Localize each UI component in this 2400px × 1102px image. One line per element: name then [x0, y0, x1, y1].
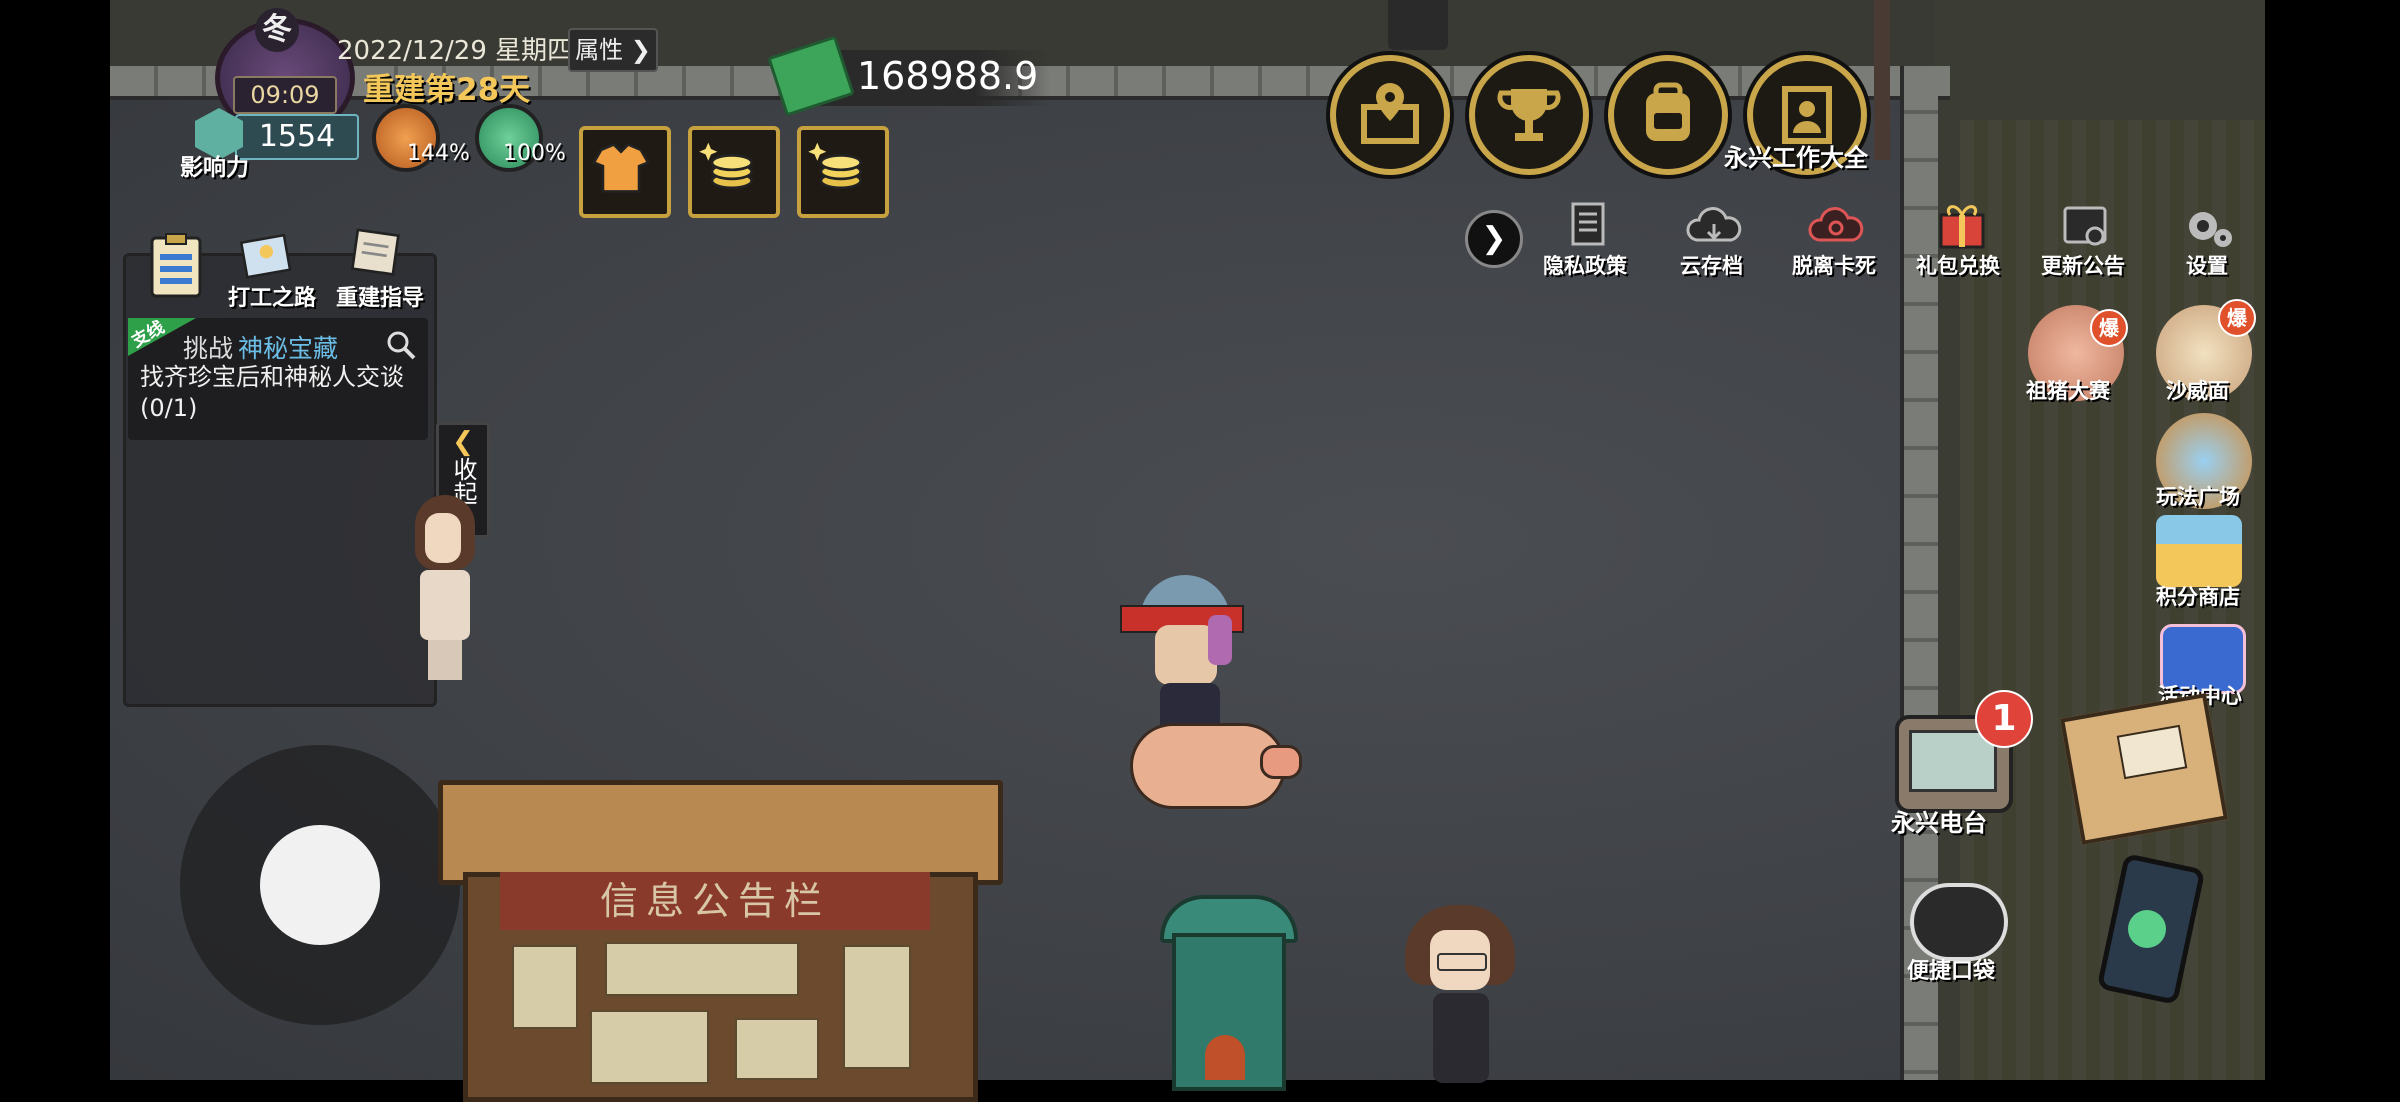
play-plaza-button[interactable]: 玩法广场	[2148, 405, 2258, 515]
pig-snout	[1260, 745, 1302, 779]
expand-menu-button[interactable]: ❯	[1465, 210, 1523, 268]
shop-icon	[2156, 515, 2242, 587]
quest-search-button[interactable]	[384, 328, 418, 362]
chevron-right-icon: ❯	[623, 36, 651, 64]
gift-icon	[1939, 205, 1985, 249]
npc-face	[425, 513, 461, 563]
npc-body	[420, 570, 470, 640]
settings-button[interactable]: 设置	[2160, 200, 2256, 280]
privacy-policy-label: 隐私政策	[1543, 254, 1627, 278]
chevron-right-icon: ❯	[1481, 221, 1507, 256]
clipboard-icon	[150, 233, 202, 298]
coins-icon	[699, 142, 754, 190]
quest-title-name: 神秘宝藏	[238, 334, 339, 363]
attributes-button-label: 属性	[575, 36, 624, 64]
unstuck-button[interactable]: 脱离卡死	[1788, 200, 1884, 280]
work-path-button[interactable]: 打工之路	[228, 230, 316, 311]
street-pole	[1874, 0, 1890, 160]
game-date: 2022/12/29 星期四	[337, 36, 574, 66]
supply-box[interactable]	[2060, 690, 2230, 845]
npc-woman-left[interactable]	[400, 495, 490, 685]
cash-amount: 168988.9	[857, 54, 1039, 98]
collapse-arrow-icon: ❮	[452, 427, 474, 457]
jobs-directory-label: 永兴工作大全	[1724, 144, 1868, 172]
mailbox[interactable]	[1160, 895, 1298, 1091]
board-note	[735, 1018, 819, 1080]
map-button[interactable]	[1330, 55, 1450, 175]
settings-label: 设置	[2186, 254, 2228, 278]
influence-label: 影响力	[180, 155, 249, 181]
unstuck-label: 脱离卡死	[1792, 254, 1876, 278]
player-character[interactable]	[1100, 575, 1310, 825]
coin-bonus-button-1[interactable]	[688, 126, 780, 218]
npc-legs	[428, 640, 462, 680]
player-hair	[1208, 615, 1232, 665]
phone-button[interactable]	[2070, 852, 2220, 1006]
pig-race-event[interactable]: 爆 祖猪大赛	[2020, 305, 2130, 415]
points-shop-button[interactable]: 积分商店	[2148, 515, 2258, 615]
hot-badge: 爆	[2218, 299, 2256, 337]
points-shop-label: 积分商店	[2156, 585, 2240, 609]
update-notice-label: 更新公告	[2041, 254, 2125, 278]
gift-redeem-label: 礼包兑换	[1916, 254, 2000, 278]
hunger-percent: 144%	[407, 141, 470, 166]
pocket-button[interactable]: 便捷口袋	[1895, 875, 2015, 990]
backpack-button[interactable]	[1608, 55, 1728, 175]
rebuild-guide-button[interactable]: 重建指导	[336, 222, 424, 311]
rebuild-day: 重建第28天	[363, 72, 531, 108]
shirt-icon	[591, 142, 651, 193]
bulletin-board-roof	[438, 780, 1003, 885]
attributes-button[interactable]: 属性 ❯	[568, 28, 658, 72]
update-notice-button[interactable]: 更新公告	[2038, 200, 2134, 280]
rebuild-guide-label: 重建指导	[336, 286, 425, 311]
bulletin-board-sign: 信息公告栏	[500, 872, 930, 930]
right-letterbox	[2265, 0, 2400, 1080]
map-pin-icon	[1361, 83, 1419, 144]
trophy-icon	[1497, 89, 1561, 141]
radio-label: 永兴电台	[1891, 809, 1987, 837]
coin-bonus-button-2[interactable]	[797, 126, 889, 218]
npc-body	[1433, 993, 1489, 1083]
coins-icon	[808, 142, 863, 190]
pig-race-label: 祖猪大赛	[2026, 379, 2110, 403]
board-note	[605, 942, 799, 996]
left-letterbox	[0, 0, 110, 1080]
outfit-button[interactable]	[579, 126, 671, 218]
hot-badge: 爆	[2090, 309, 2128, 347]
search-icon	[387, 331, 416, 360]
play-plaza-label: 玩法广场	[2156, 485, 2240, 509]
pocket-label: 便捷口袋	[1907, 959, 1996, 984]
influence-value[interactable]: 1554	[235, 114, 359, 160]
privacy-policy-button[interactable]: 隐私政策	[1540, 200, 1636, 280]
work-path-label: 打工之路	[228, 286, 317, 311]
quest-description: 找齐珍宝后和神秘人交谈(0/1)	[140, 363, 404, 422]
quest-title-prefix: 挑战	[183, 334, 234, 363]
joystick-knob[interactable]	[260, 825, 380, 945]
season-label: 冬	[255, 8, 299, 52]
mailbox-door	[1205, 1035, 1245, 1080]
board-note	[590, 1010, 709, 1084]
phone-screen-circle	[2128, 910, 2166, 948]
game-clock: 09:09	[233, 76, 337, 114]
satay-noodle-label: 沙威面	[2166, 379, 2229, 403]
street-post	[1388, 0, 1448, 50]
trophy-button[interactable]	[1469, 55, 1589, 175]
notification-badge: 1	[1975, 690, 2033, 748]
cloud-save-label: 云存档	[1680, 254, 1743, 278]
satay-noodle-event[interactable]: 爆 沙威面	[2148, 295, 2258, 405]
glasses-icon	[1437, 953, 1487, 971]
cloud-save-button[interactable]: 云存档	[1666, 200, 1762, 280]
board-note	[512, 945, 578, 1029]
scroll-icon	[350, 228, 400, 276]
gift-redeem-button[interactable]: 礼包兑换	[1912, 195, 2012, 280]
npc-woman-bottom[interactable]	[1405, 905, 1515, 1083]
health-percent: 100%	[503, 141, 566, 166]
backpack-icon	[1646, 82, 1690, 141]
board-note	[843, 945, 911, 1069]
task-list-button[interactable]	[140, 230, 212, 302]
pouch-icon	[1910, 883, 2008, 961]
